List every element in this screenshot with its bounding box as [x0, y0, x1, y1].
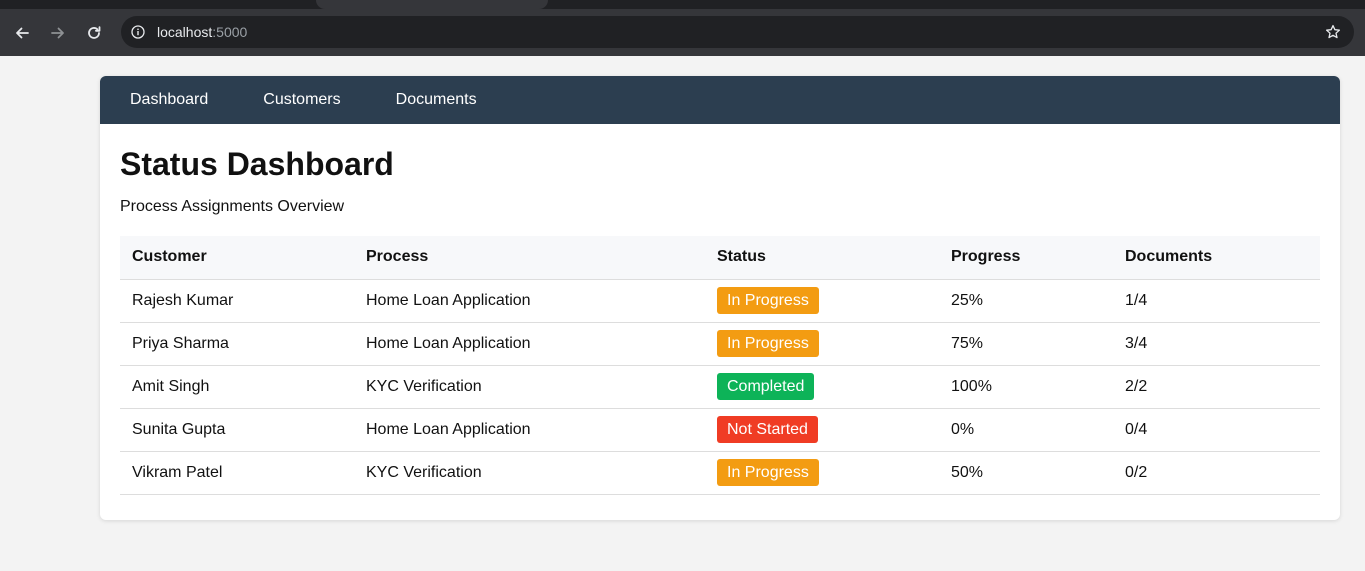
cell-customer: Amit Singh: [120, 365, 354, 409]
header-process: Process: [354, 236, 705, 280]
url-text[interactable]: localhost:5000: [157, 24, 247, 40]
back-button[interactable]: [11, 22, 33, 44]
cell-status: Not Started: [705, 408, 939, 452]
cell-documents: 2/2: [1113, 365, 1320, 409]
nav-dashboard-link[interactable]: Dashboard: [130, 91, 208, 109]
cell-customer: Rajesh Kumar: [120, 279, 354, 323]
arrow-left-icon: [16, 27, 29, 39]
cell-customer: Priya Sharma: [120, 322, 354, 366]
table-row: Amit Singh KYC Verification Completed 10…: [120, 365, 1320, 409]
bookmark-button[interactable]: [1324, 23, 1342, 41]
cell-progress: 50%: [939, 451, 1113, 495]
status-badge: In Progress: [717, 287, 819, 314]
star-icon: [1325, 24, 1341, 39]
cell-progress: 25%: [939, 279, 1113, 323]
assignments-table: Customer Process Status Progress Documen…: [120, 236, 1320, 495]
cell-process: Home Loan Application: [354, 408, 705, 452]
table-row: Vikram Patel KYC Verification In Progres…: [120, 451, 1320, 495]
cell-progress: 0%: [939, 408, 1113, 452]
cell-progress: 75%: [939, 322, 1113, 366]
reload-button[interactable]: [83, 22, 105, 44]
main-card: Dashboard Customers Documents Status Das…: [100, 76, 1340, 520]
header-status: Status: [705, 236, 939, 280]
url-host: localhost: [157, 24, 213, 40]
status-badge: In Progress: [717, 459, 819, 486]
header-progress: Progress: [939, 236, 1113, 280]
dashboard-content: Status Dashboard Process Assignments Ove…: [100, 124, 1340, 495]
cell-customer: Sunita Gupta: [120, 408, 354, 452]
cell-documents: 3/4: [1113, 322, 1320, 366]
cell-status: In Progress: [705, 322, 939, 366]
cell-process: Home Loan Application: [354, 279, 705, 323]
page-title: Status Dashboard: [120, 146, 394, 182]
site-info-button[interactable]: [129, 23, 147, 41]
cell-documents: 0/4: [1113, 408, 1320, 452]
tab-strip: [0, 0, 1365, 9]
status-badge: Not Started: [717, 416, 818, 443]
reload-icon: [88, 26, 101, 39]
arrow-right-icon: [51, 27, 64, 39]
cell-status: Completed: [705, 365, 939, 409]
nav-documents-link[interactable]: Documents: [396, 91, 477, 109]
cell-status: In Progress: [705, 451, 939, 495]
table-header-row: Customer Process Status Progress Documen…: [120, 236, 1320, 280]
page-subtitle: Process Assignments Overview: [120, 198, 345, 215]
cell-process: KYC Verification: [354, 365, 705, 409]
cell-status: In Progress: [705, 279, 939, 323]
cell-progress: 100%: [939, 365, 1113, 409]
cell-customer: Vikram Patel: [120, 451, 354, 495]
url-port: :5000: [212, 24, 248, 40]
top-navigation: Dashboard Customers Documents: [100, 76, 1340, 124]
address-bar[interactable]: localhost:5000: [121, 16, 1354, 48]
browser-toolbar: localhost:5000: [0, 9, 1365, 56]
cell-documents: 0/2: [1113, 451, 1320, 495]
browser-tab[interactable]: [316, 0, 548, 9]
table-row: Priya Sharma Home Loan Application In Pr…: [120, 322, 1320, 366]
status-badge: Completed: [717, 373, 815, 400]
nav-customers-link[interactable]: Customers: [263, 91, 340, 109]
info-icon: [131, 25, 145, 39]
status-badge: In Progress: [717, 330, 819, 357]
header-customer: Customer: [120, 236, 354, 280]
forward-button[interactable]: [47, 22, 69, 44]
cell-process: KYC Verification: [354, 451, 705, 495]
cell-process: Home Loan Application: [354, 322, 705, 366]
table-row: Rajesh Kumar Home Loan Application In Pr…: [120, 279, 1320, 323]
header-documents: Documents: [1113, 236, 1320, 280]
table-row: Sunita Gupta Home Loan Application Not S…: [120, 408, 1320, 452]
cell-documents: 1/4: [1113, 279, 1320, 323]
